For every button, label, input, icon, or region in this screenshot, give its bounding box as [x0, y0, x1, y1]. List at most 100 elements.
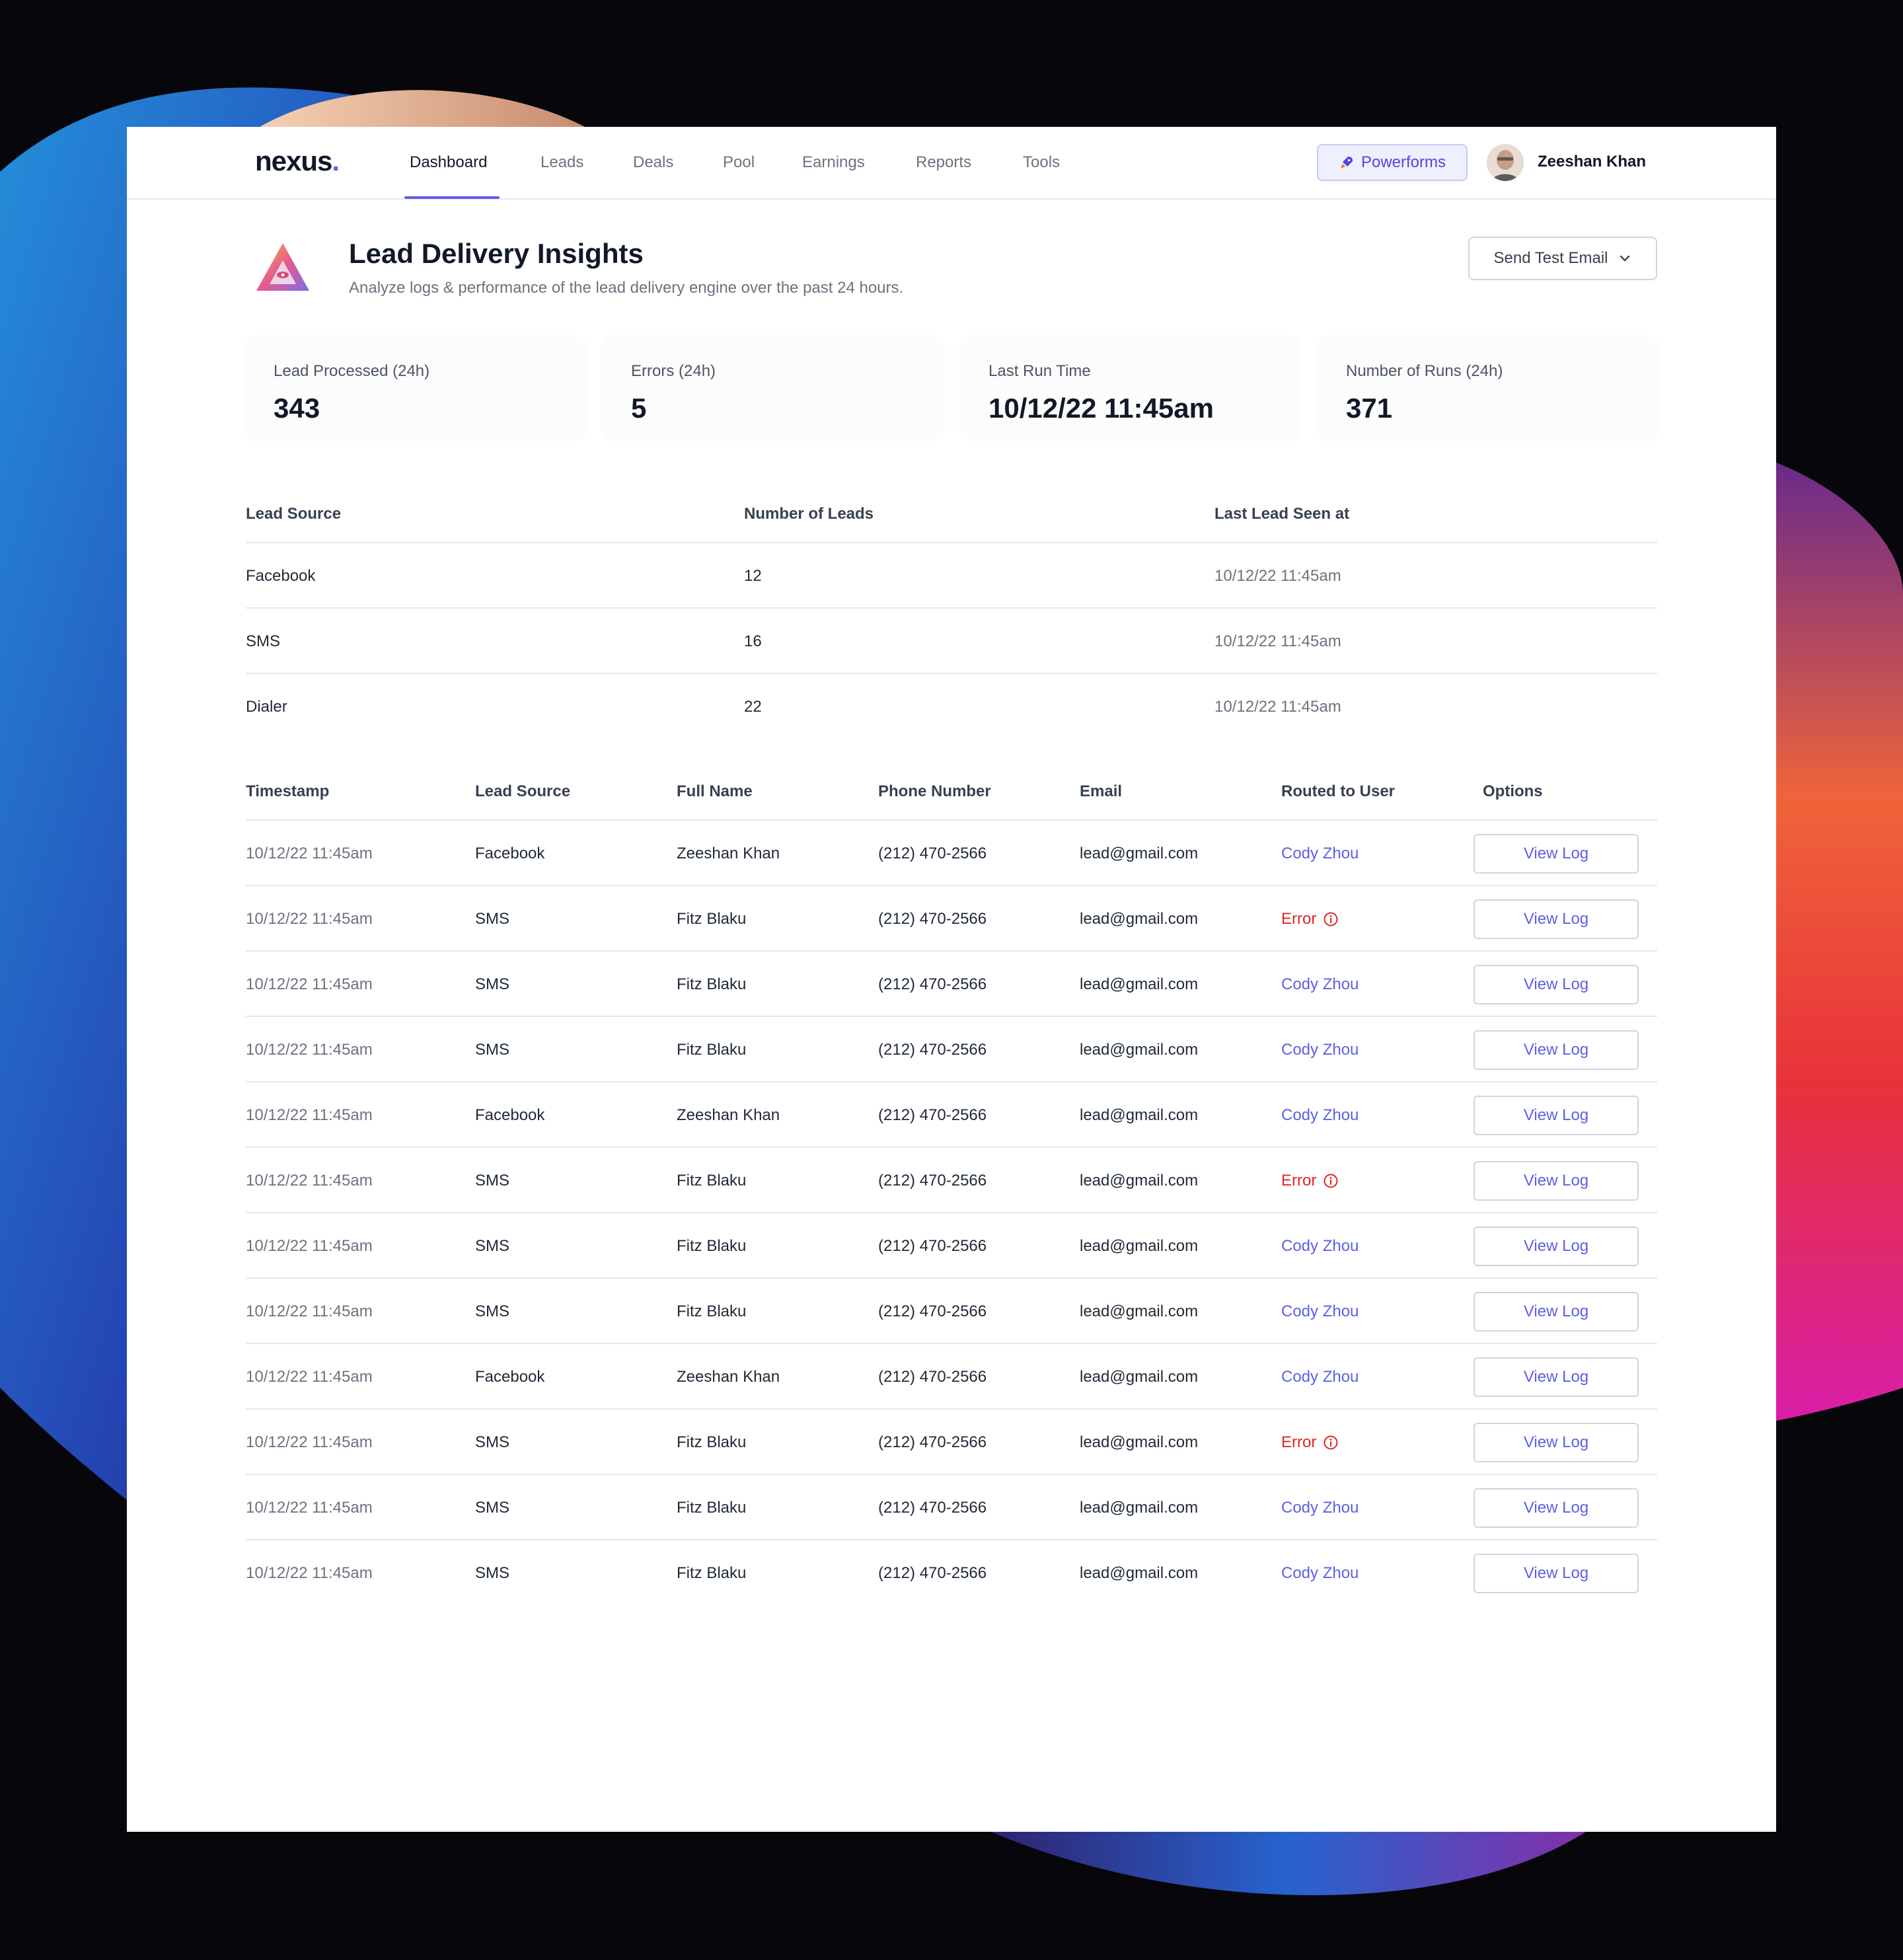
- phone-number-cell: (212) 470-2566: [878, 1368, 987, 1386]
- top-nav: nexus. Dashboard Leads Deals Pool Earnin…: [127, 127, 1776, 200]
- routed-user-cell[interactable]: Cody Zhou: [1281, 1237, 1359, 1256]
- view-log-label: View Log: [1523, 1172, 1589, 1189]
- view-log-button[interactable]: View Log: [1474, 1226, 1639, 1266]
- lead-source-cell: Facebook: [475, 1368, 545, 1386]
- timestamp-cell: 10/12/22 11:45am: [246, 1041, 373, 1059]
- lead-source-cell: Facebook: [475, 845, 545, 862]
- column-header: Routed to User: [1281, 782, 1396, 800]
- active-tab-indicator: [404, 196, 500, 199]
- nexus-logo[interactable]: nexus.: [255, 145, 340, 177]
- routed-user-text: Error: [1281, 910, 1317, 928]
- phone-number-cell: (212) 470-2566: [878, 1499, 987, 1517]
- rocket-icon: [1340, 157, 1353, 169]
- column-header: Number of Leads: [744, 505, 874, 523]
- timestamp-cell: 10/12/22 11:45am: [246, 1564, 373, 1582]
- column-header: Phone Number: [878, 782, 991, 800]
- lead-source-cell: SMS: [475, 1302, 510, 1320]
- email-cell: lead@gmail.com: [1080, 1433, 1199, 1451]
- routed-user-text: Error: [1281, 1433, 1317, 1451]
- stat-value: 5: [631, 393, 647, 424]
- count-cell: 16: [744, 632, 762, 650]
- view-log-button[interactable]: View Log: [1474, 1554, 1639, 1593]
- column-header: Full Name: [677, 782, 753, 800]
- info-circle-icon: [1324, 1435, 1338, 1450]
- table-row: Facebook 12 10/12/22 11:45am: [246, 543, 1657, 609]
- stat-value: 343: [274, 393, 320, 424]
- page-title: Lead Delivery Insights: [349, 238, 644, 269]
- log-rows: 10/12/22 11:45am Facebook Zeeshan Khan (…: [246, 821, 1657, 1606]
- email-cell: lead@gmail.com: [1080, 1302, 1199, 1320]
- page-subtitle: Analyze logs & performance of the lead d…: [349, 279, 904, 297]
- table-header: Timestamp Lead Source Full Name Phone Nu…: [246, 761, 1657, 821]
- powerforms-button[interactable]: Powerforms: [1317, 144, 1468, 181]
- full-name-cell: Fitz Blaku: [677, 1564, 747, 1582]
- routed-user-cell[interactable]: Cody Zhou: [1281, 1106, 1359, 1125]
- view-log-button[interactable]: View Log: [1474, 1357, 1639, 1397]
- routed-user-cell[interactable]: Error: [1281, 910, 1339, 928]
- source-cell: Facebook: [246, 567, 316, 585]
- table-row: Dialer 22 10/12/22 11:45am: [246, 674, 1657, 739]
- routed-user-cell[interactable]: Cody Zhou: [1281, 1041, 1359, 1059]
- view-log-button[interactable]: View Log: [1474, 899, 1639, 939]
- view-log-label: View Log: [1523, 1106, 1589, 1124]
- count-cell: 12: [744, 567, 762, 585]
- nav-item-leads[interactable]: Leads: [541, 153, 583, 172]
- routed-user-cell[interactable]: Cody Zhou: [1281, 845, 1359, 863]
- table-row: 10/12/22 11:45am SMS Fitz Blaku (212) 47…: [246, 1017, 1657, 1082]
- table-row: 10/12/22 11:45am SMS Fitz Blaku (212) 47…: [246, 1148, 1657, 1213]
- routed-user-text: Error: [1281, 1172, 1317, 1189]
- avatar[interactable]: [1487, 144, 1524, 181]
- stat-label: Errors (24h): [631, 362, 716, 380]
- email-cell: lead@gmail.com: [1080, 1499, 1199, 1517]
- send-test-email-button[interactable]: Send Test Email: [1468, 237, 1657, 280]
- view-log-button[interactable]: View Log: [1474, 1161, 1639, 1201]
- stat-card-last-run-time: Last Run Time 10/12/22 11:45am: [961, 337, 1299, 437]
- nav-item-earnings[interactable]: Earnings: [802, 153, 865, 172]
- view-log-label: View Log: [1523, 1368, 1589, 1386]
- routed-user-cell[interactable]: Cody Zhou: [1281, 1564, 1359, 1583]
- column-header: Last Lead Seen at: [1214, 505, 1350, 523]
- delivery-log-table: Timestamp Lead Source Full Name Phone Nu…: [246, 761, 1657, 1606]
- routed-user-text: Cody Zhou: [1281, 845, 1359, 862]
- full-name-cell: Fitz Blaku: [677, 975, 747, 993]
- phone-number-cell: (212) 470-2566: [878, 1106, 987, 1124]
- last-seen-cell: 10/12/22 11:45am: [1214, 567, 1341, 585]
- routed-user-cell[interactable]: Cody Zhou: [1281, 1499, 1359, 1517]
- view-log-button[interactable]: View Log: [1474, 1423, 1639, 1462]
- view-log-button[interactable]: View Log: [1474, 834, 1639, 874]
- routed-user-cell[interactable]: Error: [1281, 1172, 1339, 1190]
- routed-user-text: Cody Zhou: [1281, 975, 1359, 993]
- view-log-button[interactable]: View Log: [1474, 1488, 1639, 1528]
- view-log-button[interactable]: View Log: [1474, 965, 1639, 1004]
- lead-source-cell: SMS: [475, 1564, 510, 1582]
- routed-user-cell[interactable]: Cody Zhou: [1281, 1302, 1359, 1321]
- routed-user-text: Cody Zhou: [1281, 1106, 1359, 1124]
- view-log-label: View Log: [1523, 910, 1589, 928]
- routed-user-cell[interactable]: Cody Zhou: [1281, 1368, 1359, 1386]
- view-log-label: View Log: [1523, 975, 1589, 993]
- table-row: 10/12/22 11:45am Facebook Zeeshan Khan (…: [246, 821, 1657, 886]
- nav-item-dashboard[interactable]: Dashboard: [410, 153, 487, 172]
- view-log-button[interactable]: View Log: [1474, 1030, 1639, 1070]
- nav-item-deals[interactable]: Deals: [633, 153, 673, 172]
- source-cell: Dialer: [246, 698, 287, 716]
- nav-item-tools[interactable]: Tools: [1023, 153, 1060, 172]
- view-log-button[interactable]: View Log: [1474, 1292, 1639, 1332]
- email-cell: lead@gmail.com: [1080, 910, 1199, 928]
- table-row: SMS 16 10/12/22 11:45am: [246, 609, 1657, 674]
- lead-sources-table: Lead Source Number of Leads Last Lead Se…: [246, 484, 1657, 739]
- user-name[interactable]: Zeeshan Khan: [1538, 153, 1646, 171]
- table-row: 10/12/22 11:45am SMS Fitz Blaku (212) 47…: [246, 886, 1657, 952]
- routed-user-cell[interactable]: Cody Zhou: [1281, 975, 1359, 994]
- nav-item-pool[interactable]: Pool: [723, 153, 755, 172]
- view-log-button[interactable]: View Log: [1474, 1096, 1639, 1135]
- view-log-label: View Log: [1523, 1237, 1589, 1255]
- table-row: 10/12/22 11:45am SMS Fitz Blaku (212) 47…: [246, 1410, 1657, 1475]
- table-row: 10/12/22 11:45am SMS Fitz Blaku (212) 47…: [246, 1213, 1657, 1279]
- nav-item-reports[interactable]: Reports: [916, 153, 971, 172]
- stat-card-leads-processed: Lead Processed (24h) 343: [246, 337, 584, 437]
- lead-source-cell: SMS: [475, 1237, 510, 1255]
- routed-user-cell[interactable]: Error: [1281, 1433, 1339, 1452]
- full-name-cell: Fitz Blaku: [677, 1499, 747, 1517]
- send-test-email-label: Send Test Email: [1493, 249, 1608, 267]
